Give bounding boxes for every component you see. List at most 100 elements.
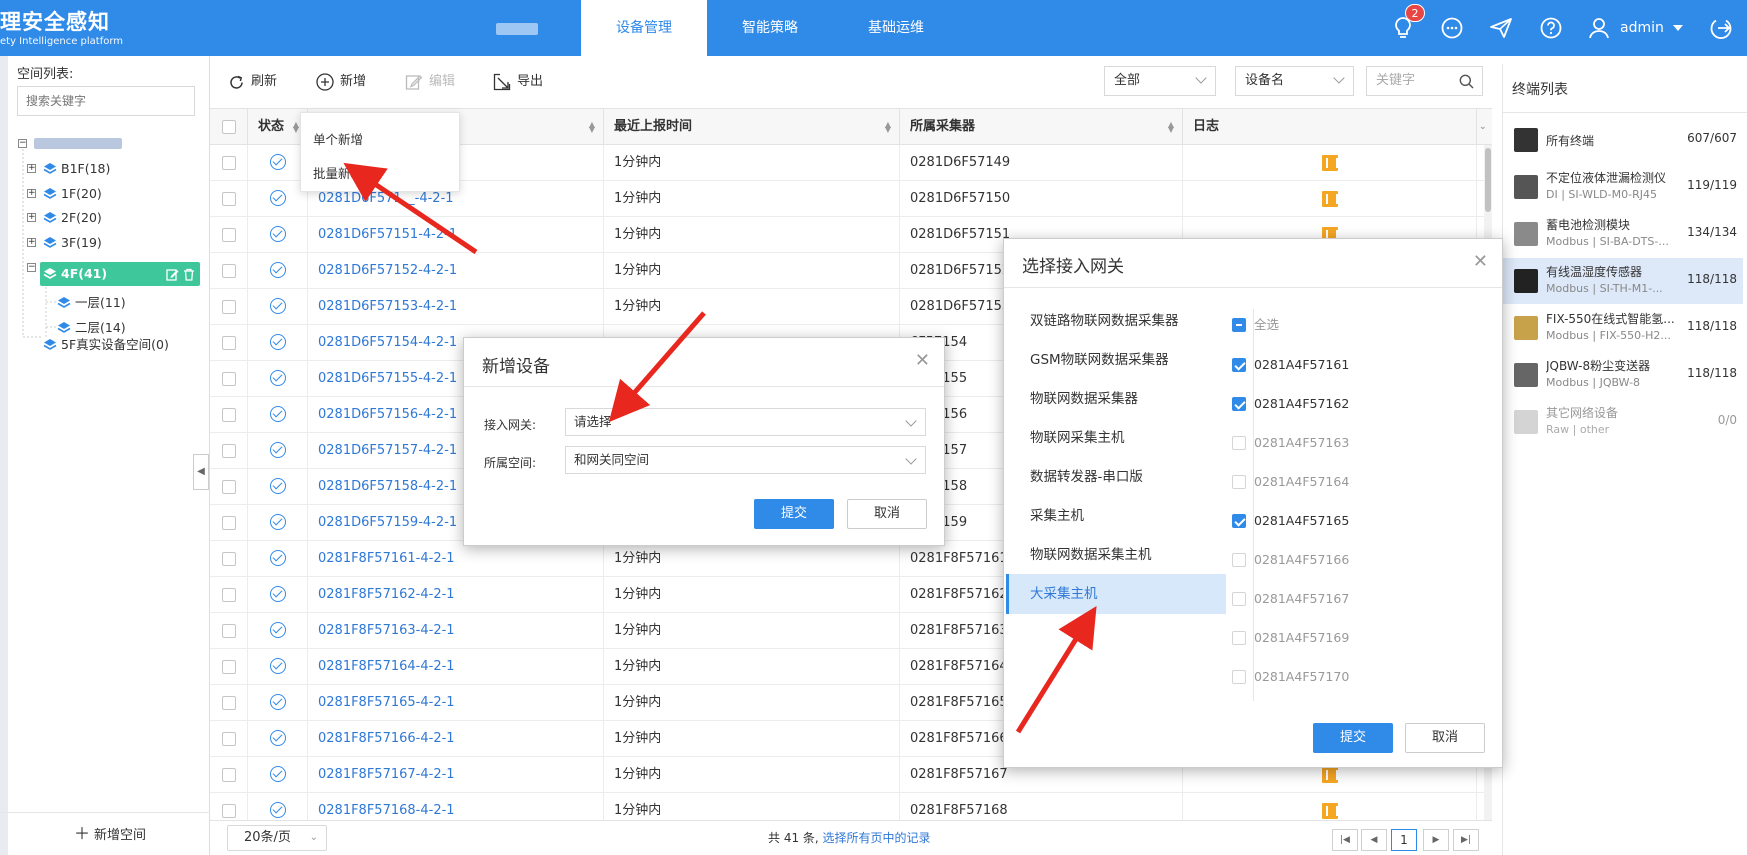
- row-checkbox[interactable]: [222, 552, 236, 566]
- row-checkbox[interactable]: [222, 696, 236, 710]
- gateway-checkbox[interactable]: [1232, 553, 1246, 567]
- terminal-item[interactable]: 所有终端 607/607: [1502, 117, 1743, 163]
- gateway-checkbox[interactable]: [1232, 397, 1246, 411]
- gateway-type-item[interactable]: 物联网采集主机: [1006, 418, 1226, 458]
- row-checkbox[interactable]: [222, 480, 236, 494]
- tree-node-floor-1[interactable]: 一层(11): [75, 292, 126, 314]
- send-icon[interactable]: [1487, 14, 1515, 42]
- gateway-type-item[interactable]: 双链路物联网数据采集器: [1006, 301, 1226, 341]
- row-checkbox[interactable]: [222, 228, 236, 242]
- log-icon[interactable]: [1322, 191, 1338, 207]
- current-page[interactable]: 1: [1391, 829, 1417, 851]
- gateway-type-item[interactable]: GSM物联网数据采集器: [1006, 340, 1226, 380]
- row-checkbox[interactable]: [222, 732, 236, 746]
- sort-icon[interactable]: ▲ ▼: [589, 121, 595, 134]
- trash-icon[interactable]: [183, 268, 195, 281]
- sort-icon[interactable]: ▲ ▼: [293, 121, 299, 134]
- column-status[interactable]: 状态 ▲ ▼: [248, 109, 308, 145]
- gateway-checkbox[interactable]: [1232, 358, 1246, 372]
- gateway-item[interactable]: 0281A4F57165: [1232, 511, 1349, 531]
- device-name-link[interactable]: 0281F8F57167-4-2-1: [308, 757, 604, 792]
- gateway-checkbox[interactable]: [1232, 436, 1246, 450]
- terminal-item[interactable]: FIX-550在线式智能氢... Modbus | FIX-550-H2... 11…: [1502, 305, 1743, 351]
- edit-button[interactable]: 编辑: [405, 71, 455, 93]
- select-all-item[interactable]: 全选: [1232, 315, 1279, 335]
- sort-icon[interactable]: ▲ ▼: [885, 121, 891, 134]
- edit-icon[interactable]: [166, 268, 179, 281]
- help-icon[interactable]: [1537, 14, 1565, 42]
- gateway-item[interactable]: 0281A4F57170: [1232, 667, 1349, 687]
- terminal-item[interactable]: JQBW-8粉尘变送器 Modbus | JQBW-8 118/118: [1502, 352, 1743, 398]
- gateway-checkbox[interactable]: [1232, 592, 1246, 606]
- gateway-item[interactable]: 0281A4F57166: [1232, 550, 1349, 570]
- gateway-type-item[interactable]: 采集主机: [1006, 496, 1226, 536]
- submit-button[interactable]: 提交: [754, 499, 834, 529]
- next-page-button[interactable]: ▶: [1423, 829, 1449, 851]
- tree-node-5f[interactable]: 5F真实设备空间(0): [61, 334, 169, 356]
- keyword-search-input[interactable]: 关键字: [1366, 66, 1483, 96]
- log-icon[interactable]: [1322, 767, 1338, 783]
- close-icon[interactable]: ✕: [1473, 253, 1488, 271]
- tree-node-2f[interactable]: 2F(20): [61, 207, 102, 229]
- terminal-item[interactable]: 其它网络设备 Raw | other 0/0: [1502, 399, 1743, 445]
- row-checkbox[interactable]: [222, 624, 236, 638]
- column-report-time[interactable]: 最近上报时间 ▲ ▼: [604, 109, 900, 145]
- terminal-item[interactable]: 不定位液体泄漏检测仪 DI | SI-WLD-M0-RJ45 119/119: [1502, 164, 1743, 210]
- tree-node-b1f[interactable]: B1F(18): [61, 158, 110, 180]
- row-checkbox[interactable]: [222, 660, 236, 674]
- tree-root-label-blurred[interactable]: [34, 138, 122, 149]
- row-checkbox[interactable]: [222, 156, 236, 170]
- gateway-item[interactable]: 0281A4F57162: [1232, 394, 1349, 414]
- gateway-item[interactable]: 0281A4F57167: [1232, 589, 1349, 609]
- user-name[interactable]: admin: [1620, 20, 1664, 36]
- field-filter-select[interactable]: 设备名: [1235, 66, 1354, 96]
- row-checkbox[interactable]: [222, 408, 236, 422]
- terminal-item[interactable]: 蓄电池检测模块 Modbus | SI-BA-DTS-... 134/134: [1502, 211, 1743, 257]
- gateway-item[interactable]: 0281A4F57169: [1232, 628, 1349, 648]
- device-name-link[interactable]: 0281F8F57163-4-2-1: [308, 613, 604, 648]
- row-checkbox[interactable]: [222, 768, 236, 782]
- cancel-button[interactable]: 取消: [1405, 723, 1485, 753]
- gateway-type-item[interactable]: 物联网数据采集主机: [1006, 535, 1226, 575]
- close-icon[interactable]: ✕: [915, 352, 930, 370]
- gateway-item[interactable]: 0281A4F57164: [1232, 472, 1349, 492]
- gateway-checkbox[interactable]: [1232, 670, 1246, 684]
- gateway-item[interactable]: 0281A4F57161: [1232, 355, 1349, 375]
- select-all-checkbox[interactable]: [1232, 318, 1246, 332]
- gateway-type-item[interactable]: 物联网数据采集器: [1006, 379, 1226, 419]
- submit-button[interactable]: 提交: [1313, 723, 1393, 753]
- user-icon[interactable]: [1585, 14, 1613, 42]
- device-name-link[interactable]: 0281F8F57161-4-2-1: [308, 541, 604, 576]
- tree-node-4f[interactable]: 4F(41): [61, 263, 107, 285]
- device-name-link[interactable]: 0281D6F57151-4-2-1: [308, 217, 604, 252]
- menu-item-single-add[interactable]: 单个新增: [313, 129, 363, 148]
- search-icon[interactable]: [1459, 74, 1474, 89]
- row-checkbox[interactable]: [222, 372, 236, 386]
- refresh-button[interactable]: 刷新: [228, 71, 277, 93]
- gateway-item[interactable]: 0281A4F57163: [1232, 433, 1349, 453]
- page-size-select[interactable]: 20条/页 ⌄: [227, 825, 327, 851]
- row-checkbox[interactable]: [222, 192, 236, 206]
- gateway-checkbox[interactable]: [1232, 475, 1246, 489]
- table-scrollbar-thumb[interactable]: [1485, 148, 1491, 212]
- device-name-link[interactable]: 0281F8F57166-4-2-1: [308, 721, 604, 756]
- gateway-select[interactable]: 请选择: [565, 408, 926, 436]
- tab-device-management[interactable]: 设备管理: [581, 0, 707, 56]
- export-button[interactable]: 导出: [493, 71, 543, 93]
- tab-basic-ops[interactable]: 基础运维: [833, 0, 959, 56]
- menu-item-batch-add[interactable]: 批量新增: [313, 163, 363, 182]
- gateway-type-item[interactable]: 数据转发器-串口版: [1006, 457, 1226, 497]
- device-name-link[interactable]: 0281F8F57164-4-2-1: [308, 649, 604, 684]
- gateway-type-item[interactable]: 大采集主机: [1006, 574, 1226, 614]
- row-checkbox[interactable]: [222, 588, 236, 602]
- collapse-panel-button[interactable]: ◀: [193, 454, 209, 490]
- row-checkbox[interactable]: [222, 804, 236, 818]
- last-page-button[interactable]: ▶|: [1453, 829, 1479, 851]
- row-checkbox[interactable]: [222, 264, 236, 278]
- tree-node-3f[interactable]: 3F(19): [61, 232, 102, 254]
- first-page-button[interactable]: |◀: [1332, 829, 1358, 851]
- sort-icon[interactable]: ▲ ▼: [1168, 121, 1174, 134]
- caret-down-icon[interactable]: [1672, 22, 1684, 36]
- chat-icon[interactable]: [1438, 14, 1466, 42]
- add-space-button[interactable]: ＋新增空间: [74, 820, 146, 844]
